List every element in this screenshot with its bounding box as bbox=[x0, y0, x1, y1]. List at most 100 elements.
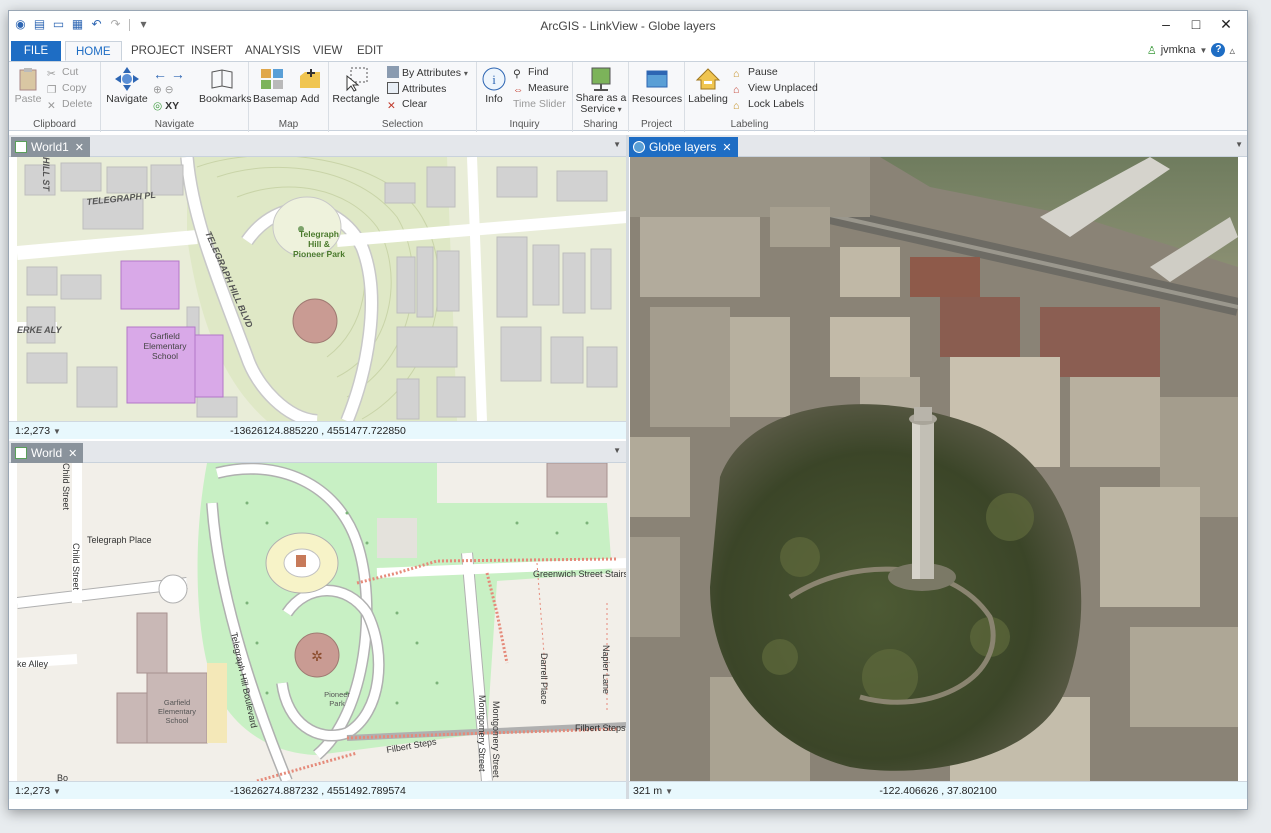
label-child-street-2: Child Street bbox=[71, 543, 81, 591]
close-globe-icon[interactable]: ✕ bbox=[722, 142, 731, 154]
collapse-ribbon-icon[interactable]: ▵ bbox=[1229, 44, 1235, 57]
label-garfield-2: Elementary bbox=[158, 707, 196, 716]
delete-icon: ✕ bbox=[47, 100, 56, 112]
world-coordinates: -13626274.887232 , 4551492.789574 bbox=[230, 785, 406, 797]
close-world1-icon[interactable]: ✕ bbox=[75, 142, 84, 154]
rectangle-select-button[interactable]: Rectangle bbox=[331, 66, 381, 105]
view-unplaced-button[interactable]: ⌂ View Unplaced bbox=[733, 82, 818, 96]
app-window: ◉ ▤ ▭ ▦ ↶ ↷ ▾ ArcGIS - LinkView - Globe … bbox=[8, 10, 1248, 810]
clear-selection-button[interactable]: ✕ Clear bbox=[387, 98, 427, 112]
label-garfield-3: School bbox=[166, 716, 189, 725]
pane-splitter[interactable] bbox=[626, 135, 629, 799]
pause-labels-button[interactable]: ⌂ Pause bbox=[733, 66, 778, 80]
world-status-bar: 1:2,273 ▼ -13626274.887232 , 4551492.789… bbox=[9, 781, 627, 799]
paste-icon bbox=[19, 68, 37, 91]
world1-coordinates: -13626124.885220 , 4551477.722850 bbox=[230, 425, 406, 437]
time-slider-button[interactable]: Time Slider bbox=[513, 98, 566, 110]
tab-home[interactable]: HOME bbox=[65, 41, 122, 61]
forward-icon[interactable]: → bbox=[171, 66, 185, 82]
tab-view[interactable]: VIEW bbox=[303, 41, 352, 61]
label-montgomery-1: Montgomery Street bbox=[477, 695, 487, 772]
world-map[interactable]: ✲ Child Street Child Street Telegraph Pl… bbox=[17, 463, 627, 781]
back-icon[interactable]: ← bbox=[153, 66, 167, 82]
ribbon-tabs: FILE HOME PROJECT INSERT ANALYSIS VIEW E… bbox=[9, 39, 1247, 61]
select-by-attributes-icon bbox=[387, 66, 399, 78]
world1-options-icon[interactable]: ▼ bbox=[613, 140, 621, 149]
info-icon: i bbox=[482, 67, 506, 91]
bookmarks-button[interactable]: Bookmarks bbox=[199, 66, 252, 105]
window-controls: – □ ✕ bbox=[1151, 13, 1241, 35]
view-unplaced-icon: ⌂ bbox=[733, 84, 740, 96]
help-icon[interactable]: ? bbox=[1211, 43, 1226, 57]
paste-button[interactable]: Paste bbox=[13, 66, 43, 105]
clear-selection-icon: ✕ bbox=[387, 100, 396, 112]
resources-button[interactable]: Resources bbox=[631, 66, 683, 105]
navigate-group-label: Navigate bbox=[154, 119, 195, 130]
scissors-icon: ✂ bbox=[47, 68, 56, 80]
basemap-button[interactable]: Basemap bbox=[253, 66, 297, 105]
group-selection: Rectangle By Attributes ▾ Attributes ✕ Cl… bbox=[329, 62, 477, 132]
navigate-button[interactable]: Navigate bbox=[105, 66, 149, 105]
ruler-icon: ⇔ bbox=[513, 84, 524, 96]
tab-world[interactable]: World ✕ bbox=[11, 443, 84, 463]
lock-labels-button[interactable]: ⌂ Lock Labels bbox=[733, 98, 804, 112]
label-montgomery-2: Montgomery Street bbox=[491, 701, 501, 778]
selection-group-label: Selection bbox=[381, 119, 424, 130]
share-as-service-button[interactable]: Share as a Service ▾ bbox=[575, 66, 627, 115]
basemap-icon bbox=[261, 69, 283, 89]
full-extent-icon[interactable]: ◎ bbox=[153, 100, 162, 112]
label-school-2: Elementary bbox=[144, 341, 188, 351]
attributes-table-icon bbox=[387, 82, 399, 94]
tab-file[interactable]: FILE bbox=[11, 41, 61, 61]
tab-globe-layers[interactable]: Globe layers ✕ bbox=[629, 137, 738, 157]
label-ke-alley: ke Alley bbox=[17, 659, 49, 669]
resources-icon bbox=[646, 70, 668, 88]
zoom-out-icon[interactable]: ⊖ bbox=[165, 84, 174, 96]
copy-button[interactable]: ❐ Copy bbox=[47, 82, 87, 96]
svg-text:✲: ✲ bbox=[311, 648, 323, 664]
navigate-icon bbox=[115, 67, 139, 91]
world1-map[interactable]: TELEGRAPH PL TELEGRAPH HILL BLVD ERKE AL… bbox=[17, 157, 627, 421]
globe-options-icon[interactable]: ▼ bbox=[1235, 140, 1243, 149]
globe-icon bbox=[633, 141, 645, 153]
goto-xy-button[interactable]: ◎ XY bbox=[153, 100, 179, 112]
globe-status-bar: 321 m ▼ -122.406626 , 37.802100 bbox=[627, 781, 1247, 799]
close-world-icon[interactable]: ✕ bbox=[68, 448, 77, 460]
tab-insert[interactable]: INSERT bbox=[181, 41, 243, 61]
attributes-button[interactable]: Attributes bbox=[387, 82, 446, 95]
tab-edit[interactable]: EDIT bbox=[347, 41, 393, 61]
find-button[interactable]: ⚲ Find bbox=[513, 66, 548, 80]
add-data-button[interactable]: Add bbox=[295, 66, 325, 105]
map-group-label: Map bbox=[278, 119, 299, 130]
minimize-icon[interactable]: – bbox=[1151, 13, 1181, 35]
user-name: jvmkna bbox=[1160, 44, 1196, 56]
info-button[interactable]: i Info bbox=[479, 66, 509, 105]
maximize-icon[interactable]: □ bbox=[1181, 13, 1211, 35]
binoculars-icon: ⚲ bbox=[513, 68, 521, 80]
back-forward-buttons[interactable]: ← → bbox=[153, 66, 185, 82]
label-park-2: Hill & bbox=[308, 239, 330, 249]
close-icon[interactable]: ✕ bbox=[1211, 13, 1241, 35]
project-group-label: Project bbox=[640, 119, 673, 130]
globe-coordinates: -122.406626 , 37.802100 bbox=[879, 785, 997, 797]
user-menu[interactable]: ♙ jvmkna ▼ ? ▵ bbox=[1147, 43, 1235, 57]
world1-status-bar: 1:2,273 ▼ -13626124.885220 , 4551477.722… bbox=[9, 421, 627, 439]
labeling-button[interactable]: Labeling bbox=[687, 66, 729, 105]
select-by-attributes-button[interactable]: By Attributes ▾ bbox=[387, 66, 468, 79]
tab-world1[interactable]: World1 ✕ bbox=[11, 137, 91, 157]
measure-button[interactable]: ⇔ Measure bbox=[513, 82, 569, 96]
cut-button[interactable]: ✂ Cut bbox=[47, 66, 78, 80]
zoom-in-icon[interactable]: ⊕ bbox=[153, 84, 162, 96]
delete-button[interactable]: ✕ Delete bbox=[47, 98, 92, 112]
zoom-buttons[interactable]: ⊕ ⊖ bbox=[153, 84, 174, 96]
label-pioneer-1: Pioneer bbox=[324, 690, 350, 699]
tab-analysis[interactable]: ANALYSIS bbox=[235, 41, 310, 61]
world-tabstrip: World ✕ ▼ bbox=[9, 441, 627, 463]
label-greenwich-stairs: Greenwich Street Stairs bbox=[533, 569, 627, 579]
inquiry-group-label: Inquiry bbox=[509, 119, 540, 130]
globe-3d-view[interactable] bbox=[630, 157, 1238, 781]
group-inquiry: i Info ⚲ Find ⇔ Measure Time Slider Inquir… bbox=[477, 62, 573, 132]
world-options-icon[interactable]: ▼ bbox=[613, 446, 621, 455]
label-school-3: School bbox=[152, 351, 178, 361]
map-view-icon bbox=[15, 141, 27, 153]
